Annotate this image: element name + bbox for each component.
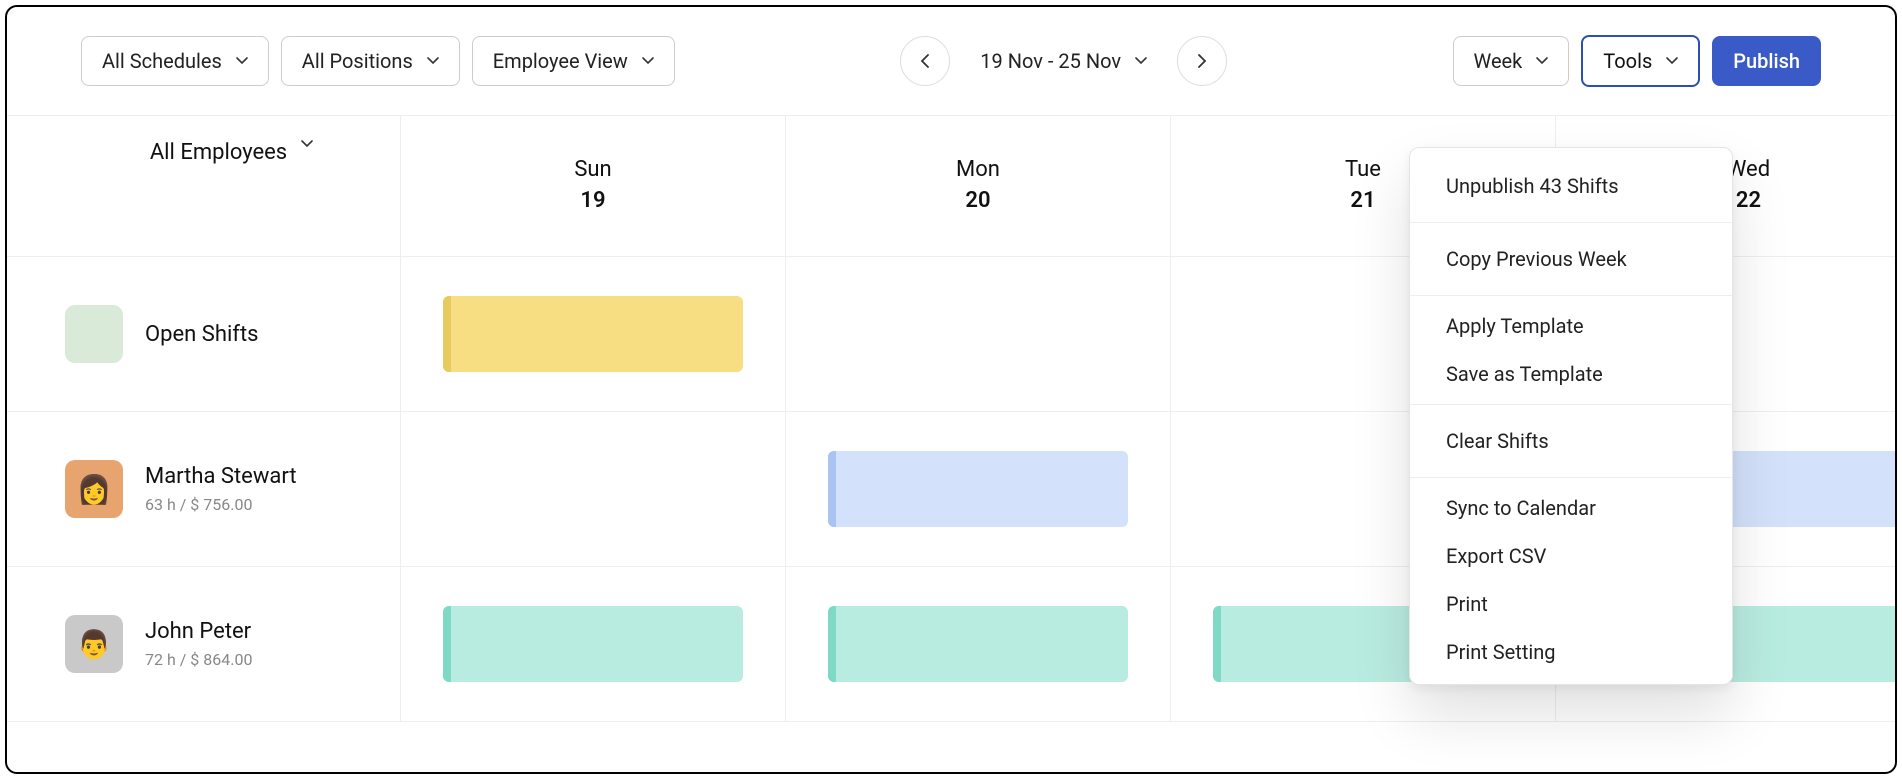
day-header: Sun 19: [401, 116, 786, 256]
chevron-left-icon: [920, 54, 930, 68]
tools-dropdown: Unpublish 43 Shifts Copy Previous Week A…: [1409, 147, 1733, 685]
chevron-down-icon: [1135, 57, 1147, 65]
shift-cell[interactable]: [401, 412, 786, 566]
chevron-down-icon: [642, 57, 654, 65]
divider: [1410, 477, 1732, 478]
shift-block[interactable]: [828, 606, 1128, 682]
shift-cell[interactable]: [786, 257, 1171, 411]
chevron-down-icon: [1666, 57, 1678, 65]
day-header: Mon 20: [786, 116, 1171, 256]
shift-block[interactable]: [443, 606, 743, 682]
tools-label: Tools: [1603, 49, 1652, 73]
employee-name: Open Shifts: [145, 322, 259, 347]
employee-cell[interactable]: Open Shifts: [7, 257, 401, 411]
shift-cell[interactable]: [401, 257, 786, 411]
week-select[interactable]: Week: [1453, 36, 1570, 86]
chevron-down-icon: [427, 57, 439, 65]
avatar: 👨: [65, 615, 123, 673]
all-employees-label: All Employees: [150, 140, 287, 165]
positions-label: All Positions: [302, 49, 413, 73]
toolbar: All Schedules All Positions Employee Vie…: [7, 7, 1895, 115]
publish-button[interactable]: Publish: [1712, 36, 1821, 86]
employee-name: Martha Stewart: [145, 464, 297, 489]
day-name: Sun: [574, 157, 611, 182]
day-name: Tue: [1345, 157, 1381, 182]
shift-cell[interactable]: [401, 567, 786, 721]
menu-item-apply-template[interactable]: Apply Template: [1410, 302, 1732, 350]
menu-item-print-setting[interactable]: Print Setting: [1410, 628, 1732, 676]
shift-cell[interactable]: [786, 412, 1171, 566]
employee-cell[interactable]: 👨 John Peter 72 h / $ 864.00: [7, 567, 401, 721]
menu-item-export-csv[interactable]: Export CSV: [1410, 532, 1732, 580]
divider: [1410, 295, 1732, 296]
employee-meta: 72 h / $ 864.00: [145, 650, 252, 669]
day-num: 19: [580, 188, 605, 213]
shift-block[interactable]: [443, 296, 743, 372]
day-name: Mon: [956, 157, 1000, 182]
schedules-select[interactable]: All Schedules: [81, 36, 269, 86]
all-employees-select[interactable]: All Employees: [7, 116, 401, 256]
shift-block[interactable]: [828, 451, 1128, 527]
prev-week-button[interactable]: [900, 36, 950, 86]
employee-cell[interactable]: 👩 Martha Stewart 63 h / $ 756.00: [7, 412, 401, 566]
avatar: 👩: [65, 460, 123, 518]
chevron-down-icon: [1536, 57, 1548, 65]
shift-cell[interactable]: [786, 567, 1171, 721]
menu-item-sync-calendar[interactable]: Sync to Calendar: [1410, 484, 1732, 532]
date-range-select[interactable]: 19 Nov - 25 Nov: [980, 49, 1147, 73]
chevron-right-icon: [1197, 54, 1207, 68]
day-name: Wed: [1727, 157, 1770, 182]
view-label: Employee View: [493, 49, 628, 73]
divider: [1410, 404, 1732, 405]
schedules-label: All Schedules: [102, 49, 222, 73]
employee-meta: 63 h / $ 756.00: [145, 495, 297, 514]
menu-item-unpublish[interactable]: Unpublish 43 Shifts: [1410, 156, 1732, 216]
chevron-down-icon: [301, 140, 313, 148]
next-week-button[interactable]: [1177, 36, 1227, 86]
avatar: [65, 305, 123, 363]
day-num: 22: [1736, 188, 1761, 213]
employee-name: John Peter: [145, 619, 252, 644]
menu-item-clear-shifts[interactable]: Clear Shifts: [1410, 411, 1732, 471]
menu-item-print[interactable]: Print: [1410, 580, 1732, 628]
day-num: 21: [1350, 188, 1375, 213]
divider: [1410, 222, 1732, 223]
chevron-down-icon: [236, 57, 248, 65]
date-nav: 19 Nov - 25 Nov: [900, 36, 1227, 86]
tools-select[interactable]: Tools: [1581, 35, 1700, 87]
menu-item-copy-previous[interactable]: Copy Previous Week: [1410, 229, 1732, 289]
day-num: 20: [965, 188, 990, 213]
publish-label: Publish: [1733, 49, 1800, 73]
week-label: Week: [1474, 49, 1523, 73]
view-select[interactable]: Employee View: [472, 36, 675, 86]
menu-item-save-template[interactable]: Save as Template: [1410, 350, 1732, 398]
date-range-label: 19 Nov - 25 Nov: [980, 49, 1121, 73]
positions-select[interactable]: All Positions: [281, 36, 460, 86]
